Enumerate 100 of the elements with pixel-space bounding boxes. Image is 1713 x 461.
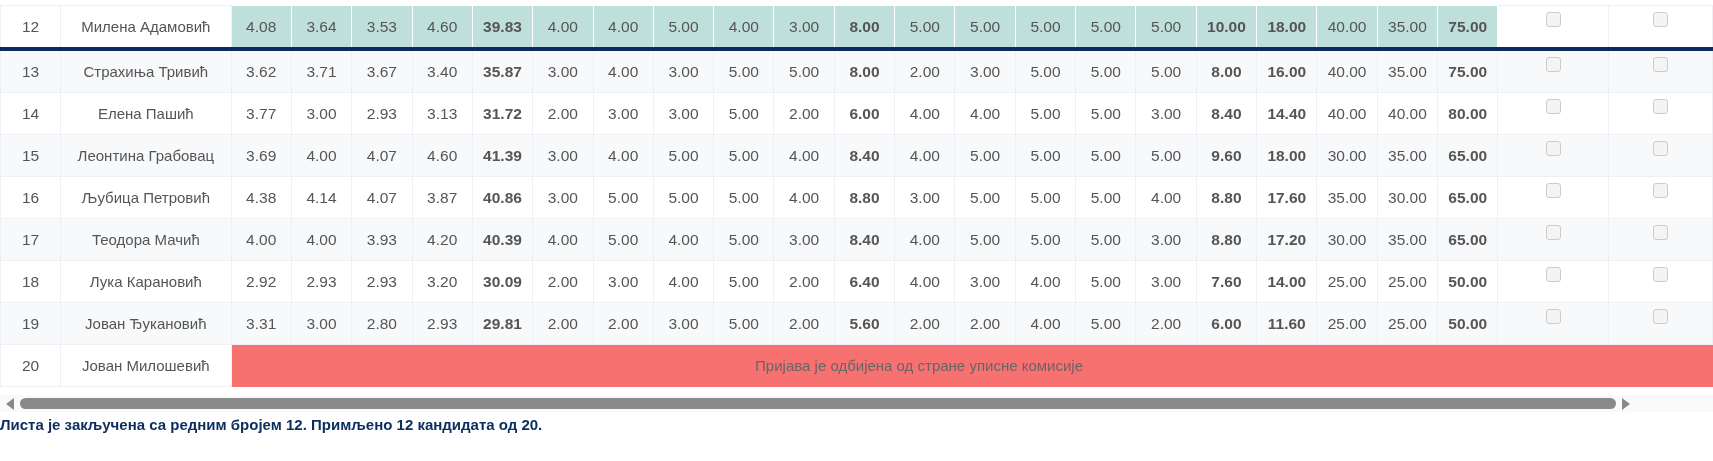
row-number: 19 — [0, 302, 61, 345]
table-cell: 5.00 — [1075, 92, 1136, 135]
table-cell: 5.00 — [1075, 5, 1136, 49]
table-cell: 3.53 — [351, 5, 412, 49]
scrollbar-thumb[interactable] — [20, 398, 1616, 409]
table-cell: 5.00 — [954, 218, 1016, 261]
table-cell: 18.00 — [1256, 5, 1317, 49]
table-cell: 14.40 — [1256, 92, 1317, 135]
table-cell: 2.00 — [532, 302, 593, 345]
table-cell: 5.00 — [713, 134, 774, 177]
table-cell: 3.00 — [653, 49, 714, 93]
table-cell: 7.60 — [1196, 260, 1257, 303]
table-cell: 2.93 — [351, 92, 412, 135]
table-cell: 3.00 — [593, 260, 654, 303]
table-cell: 5.00 — [1075, 218, 1136, 261]
table-cell: 4.60 — [412, 5, 473, 49]
checkbox[interactable] — [1545, 98, 1561, 114]
table-cell: 10.00 — [1196, 5, 1257, 49]
table-cell: 3.64 — [291, 5, 352, 49]
table-cell: 5.00 — [1015, 176, 1076, 219]
table-cell: 8.80 — [1196, 176, 1257, 219]
table-cell: 35.00 — [1316, 176, 1378, 219]
table-cell: 9.60 — [1196, 134, 1257, 177]
checkbox[interactable] — [1652, 266, 1668, 282]
checkbox[interactable] — [1652, 308, 1668, 324]
table-cell: 40.39 — [472, 218, 533, 261]
table-cell: 2.00 — [774, 92, 835, 135]
table-cell: 11.60 — [1256, 302, 1317, 345]
table-cell: 4.14 — [291, 176, 352, 219]
table-cell: 6.00 — [834, 92, 895, 135]
table-cell: 5.00 — [593, 218, 654, 261]
table-cell: 5.00 — [954, 176, 1016, 219]
checkbox[interactable] — [1652, 224, 1668, 240]
table-cell: 5.00 — [1075, 134, 1136, 177]
row-number: 17 — [0, 218, 61, 261]
table-cell: 4.00 — [593, 49, 654, 93]
table-cell: 3.31 — [231, 302, 292, 345]
table-cell: 5.00 — [1075, 49, 1136, 93]
table-cell: 3.00 — [653, 302, 714, 345]
table-cell: 5.00 — [1015, 5, 1076, 49]
table-cell: 4.00 — [1135, 176, 1197, 219]
table-cell: 5.00 — [653, 176, 714, 219]
checkbox[interactable] — [1545, 224, 1561, 240]
scroll-left-icon[interactable] — [6, 397, 14, 410]
table-cell: 3.87 — [412, 176, 473, 219]
table-cell: 3.00 — [532, 49, 593, 93]
table-cell: 5.00 — [653, 134, 714, 177]
horizontal-scrollbar[interactable] — [0, 395, 1713, 412]
checkbox[interactable] — [1652, 98, 1668, 114]
checkbox[interactable] — [1652, 56, 1668, 72]
checkbox[interactable] — [1545, 266, 1561, 282]
table-cell: 5.00 — [593, 176, 654, 219]
checkbox[interactable] — [1545, 182, 1561, 198]
table-cell: 39.83 — [472, 5, 533, 49]
table-cell: 17.60 — [1256, 176, 1317, 219]
row-number: 12 — [0, 5, 61, 49]
table-cell: 4.00 — [231, 218, 292, 261]
candidate-name: Јован Милошевић — [60, 344, 232, 387]
table-cell: 3.00 — [593, 92, 654, 135]
checkbox[interactable] — [1545, 56, 1561, 72]
table-cell: 40.00 — [1316, 49, 1378, 93]
candidate-name: Елена Пашић — [60, 92, 232, 135]
checkbox[interactable] — [1652, 11, 1668, 27]
table-cell: 8.40 — [834, 218, 895, 261]
table-cell: 75.00 — [1437, 5, 1498, 49]
table-cell: 3.40 — [412, 49, 473, 93]
table-cell: 5.00 — [1015, 218, 1076, 261]
table-cell: 2.92 — [231, 260, 292, 303]
table-cell: 30.00 — [1377, 176, 1438, 219]
table-cell: 2.00 — [532, 92, 593, 135]
table-cell: 8.40 — [834, 134, 895, 177]
table-cell: 2.00 — [894, 49, 955, 93]
table-cell: 3.62 — [231, 49, 292, 93]
table-cell: 5.00 — [1135, 134, 1197, 177]
checkbox[interactable] — [1652, 182, 1668, 198]
table-cell: 2.00 — [954, 302, 1016, 345]
table-cell: 4.00 — [532, 5, 593, 49]
table-cell: 4.00 — [774, 134, 835, 177]
table-cell: 14.00 — [1256, 260, 1317, 303]
table-cell: 4.00 — [894, 92, 955, 135]
checkbox[interactable] — [1545, 11, 1561, 27]
table-cell: 4.00 — [954, 92, 1016, 135]
table-cell: 5.00 — [1075, 260, 1136, 303]
table-cell: 40.00 — [1377, 92, 1438, 135]
table-cell: 65.00 — [1437, 218, 1498, 261]
table-cell: 3.77 — [231, 92, 292, 135]
candidate-name: Милена Адамовић — [60, 5, 232, 49]
checkbox[interactable] — [1652, 140, 1668, 156]
scroll-right-icon[interactable] — [1622, 397, 1630, 410]
table-cell: 3.00 — [291, 92, 352, 135]
table-cell: 30.00 — [1316, 134, 1378, 177]
checkbox[interactable] — [1545, 140, 1561, 156]
table-cell: 4.20 — [412, 218, 473, 261]
checkbox[interactable] — [1545, 308, 1561, 324]
table-cell: 25.00 — [1316, 302, 1378, 345]
table-cell: 3.00 — [894, 176, 955, 219]
table-cell: 4.07 — [351, 176, 412, 219]
table-cell: 3.00 — [1135, 218, 1197, 261]
table-cell: 3.67 — [351, 49, 412, 93]
table-cell: 4.00 — [1015, 260, 1076, 303]
